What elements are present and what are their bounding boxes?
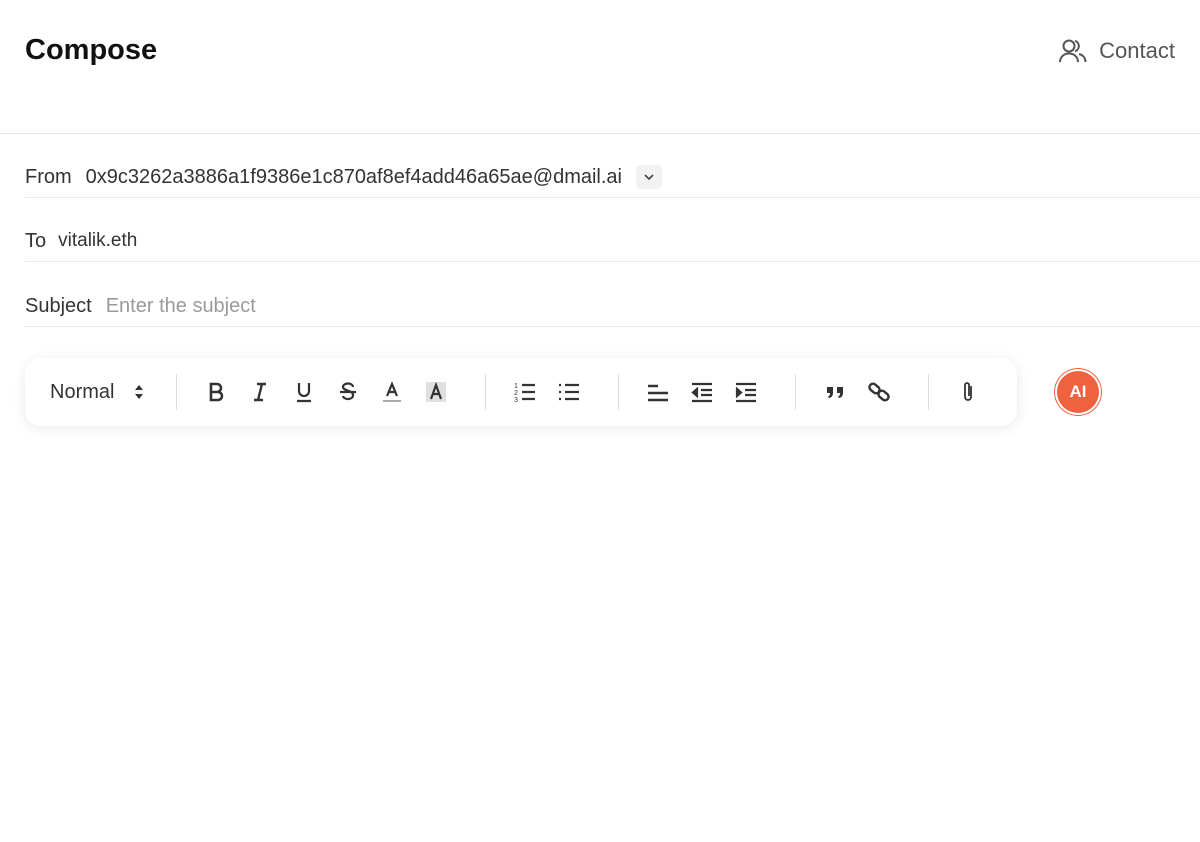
toolbar-divider [928,374,930,410]
quote-icon [827,387,844,398]
text-color-icon [383,381,402,402]
to-recipient[interactable]: vitalik.eth [58,230,137,252]
to-label: To [25,229,47,252]
header-divider [0,133,1200,134]
format-select[interactable]: Normal [50,381,144,404]
align-left-icon [648,384,669,402]
strikethrough-icon [340,382,357,401]
bullet-list-button[interactable] [552,375,586,409]
to-row: To vitalik.eth [25,221,1200,262]
background-color-button[interactable] [419,375,453,409]
from-address: 0x9c3262a3886a1f9386e1c870af8ef4add46a65… [85,165,622,188]
bullet-list-icon [559,383,580,401]
attachment-button[interactable] [951,375,985,409]
link-icon [868,382,891,402]
sort-arrows-icon [135,385,144,399]
page-title: Compose [25,34,158,66]
chevron-down-icon [644,174,654,181]
toolbar-divider [176,374,178,410]
outdent-button[interactable] [685,375,719,409]
users-icon [1059,39,1087,63]
indent-button[interactable] [729,375,763,409]
ordered-list-icon: 123 [514,383,536,404]
align-left-button[interactable] [641,375,675,409]
bold-button[interactable] [199,375,233,409]
blockquote-button[interactable] [818,375,852,409]
ordered-list-button[interactable]: 123 [508,375,542,409]
text-color-button[interactable] [375,375,409,409]
svg-text:1: 1 [514,383,518,390]
strikethrough-button[interactable] [331,375,365,409]
ai-assistant-button[interactable]: AI [1055,369,1101,415]
italic-icon [254,382,267,402]
underline-icon [297,383,312,403]
svg-text:3: 3 [514,397,518,404]
paperclip-icon [964,382,973,401]
underline-button[interactable] [287,375,321,409]
from-row: From 0x9c3262a3886a1f9386e1c870af8ef4add… [25,157,1200,198]
italic-button[interactable] [243,375,277,409]
svg-text:2: 2 [514,390,518,397]
toolbar-divider [795,374,797,410]
background-color-icon [426,381,447,402]
contact-button[interactable]: Contact [1059,38,1175,64]
toolbar-divider [618,374,620,410]
from-dropdown-button[interactable] [636,165,662,189]
editor-toolbar: Normal 123 [25,358,1017,426]
bold-icon [210,382,224,402]
toolbar-divider [485,374,487,410]
ai-label: AI [1069,382,1087,401]
subject-row: Subject [25,286,1200,327]
from-label: From [25,165,72,188]
subject-input[interactable] [105,294,1200,318]
link-button[interactable] [862,375,896,409]
indent-icon [736,382,757,403]
contact-label: Contact [1099,38,1175,63]
subject-label: Subject [25,294,92,317]
outdent-icon [691,382,713,403]
format-select-value: Normal [50,380,115,403]
